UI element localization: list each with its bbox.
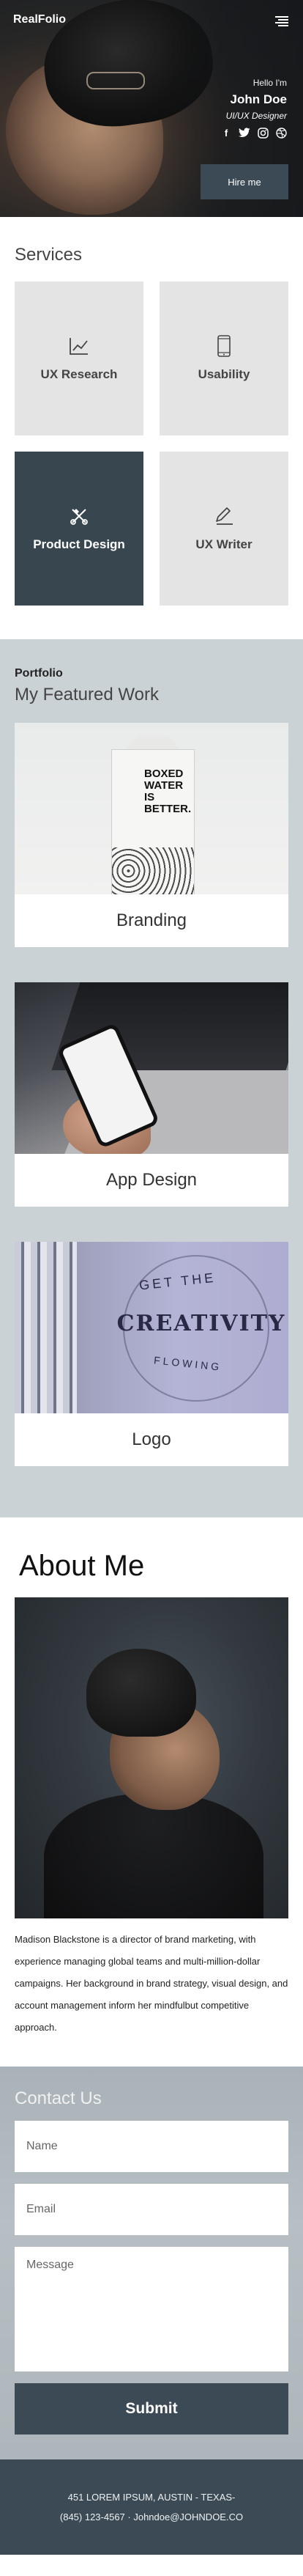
- hero-intro: Hello I'm John Doe UI/UX Designer f: [220, 78, 287, 139]
- portfolio-card-label: App Design: [105, 1170, 198, 1190]
- pencil-icon: [213, 505, 235, 527]
- hero-role: UI/UX Designer: [225, 111, 287, 121]
- hero-section: RealFolio Hello I'm John Doe UI/UX Desig…: [0, 0, 303, 217]
- dribbble-icon[interactable]: [275, 127, 287, 139]
- footer-address: 451 LOREM IPSUM, AUSTIN - TEXAS-: [67, 2492, 236, 2503]
- twitter-icon[interactable]: [239, 127, 250, 139]
- name-field[interactable]: [15, 2121, 288, 2172]
- scissors-pen-tools-icon: [68, 505, 90, 527]
- service-card-product-design[interactable]: Product Design: [15, 452, 143, 606]
- portfolio-card-label: Logo: [132, 1429, 171, 1449]
- email-field[interactable]: [15, 2184, 288, 2235]
- logo-image: GET THE CREATIVITY FLOWING: [15, 1242, 288, 1413]
- logo-image-text-main: CREATIVITY: [116, 1311, 286, 1336]
- portfolio-card-branding[interactable]: BOXED WATER IS BETTER. Branding: [15, 723, 288, 947]
- portfolio-card-app-design[interactable]: App Design: [15, 982, 288, 1207]
- portfolio-eyebrow: Portfolio: [15, 667, 63, 680]
- social-links: f: [220, 127, 287, 139]
- portfolio-section: Portfolio My Featured Work BOXED WATER I…: [0, 639, 303, 1517]
- portfolio-card-logo[interactable]: GET THE CREATIVITY FLOWING Logo: [15, 1242, 288, 1466]
- message-field[interactable]: [15, 2247, 288, 2371]
- services-section: Services UX Research Usability Product D…: [0, 217, 303, 639]
- about-bio: Madison Blackstone is a director of bran…: [15, 1934, 288, 2033]
- hamburger-menu-icon[interactable]: [275, 16, 288, 26]
- service-label: Product Design: [33, 537, 125, 551]
- line-chart-icon: [68, 335, 90, 357]
- smartphone-icon: [213, 335, 235, 357]
- service-label: Usability: [198, 367, 250, 381]
- hire-me-button[interactable]: Hire me: [201, 164, 288, 199]
- contact-section: Contact Us Submit: [0, 2067, 303, 2459]
- portfolio-title: My Featured Work: [15, 685, 159, 704]
- app-design-image: [15, 982, 288, 1154]
- brand-logo[interactable]: RealFolio: [13, 13, 66, 26]
- services-title: Services: [15, 245, 83, 265]
- portfolio-card-label: Branding: [116, 910, 187, 930]
- submit-button[interactable]: Submit: [15, 2383, 288, 2435]
- about-section: About Me Madison Blackstone is a directo…: [0, 1517, 303, 2067]
- instagram-icon[interactable]: [257, 127, 269, 139]
- service-card-ux-research[interactable]: UX Research: [15, 281, 143, 435]
- hero-greeting: Hello I'm: [252, 78, 287, 88]
- service-label: UX Research: [40, 367, 118, 381]
- about-portrait: [15, 1597, 288, 1918]
- service-card-usability[interactable]: Usability: [160, 281, 288, 435]
- branding-image: BOXED WATER IS BETTER.: [15, 723, 288, 894]
- hero-portrait-glasses: [86, 72, 145, 89]
- footer-contact[interactable]: (845) 123-4567 · Johndoe@JOHNDOE.CO: [60, 2511, 243, 2522]
- about-title: About Me: [19, 1550, 145, 1582]
- branding-image-text: BOXED WATER IS BETTER.: [144, 768, 192, 815]
- services-grid: UX Research Usability Product Design UX …: [15, 281, 288, 606]
- service-card-ux-writer[interactable]: UX Writer: [160, 452, 288, 606]
- hero-name: John Doe: [230, 92, 287, 106]
- service-label: UX Writer: [195, 537, 252, 551]
- contact-title: Contact Us: [15, 2089, 102, 2108]
- footer: 451 LOREM IPSUM, AUSTIN - TEXAS- (845) 1…: [0, 2459, 303, 2555]
- facebook-icon[interactable]: f: [220, 127, 232, 139]
